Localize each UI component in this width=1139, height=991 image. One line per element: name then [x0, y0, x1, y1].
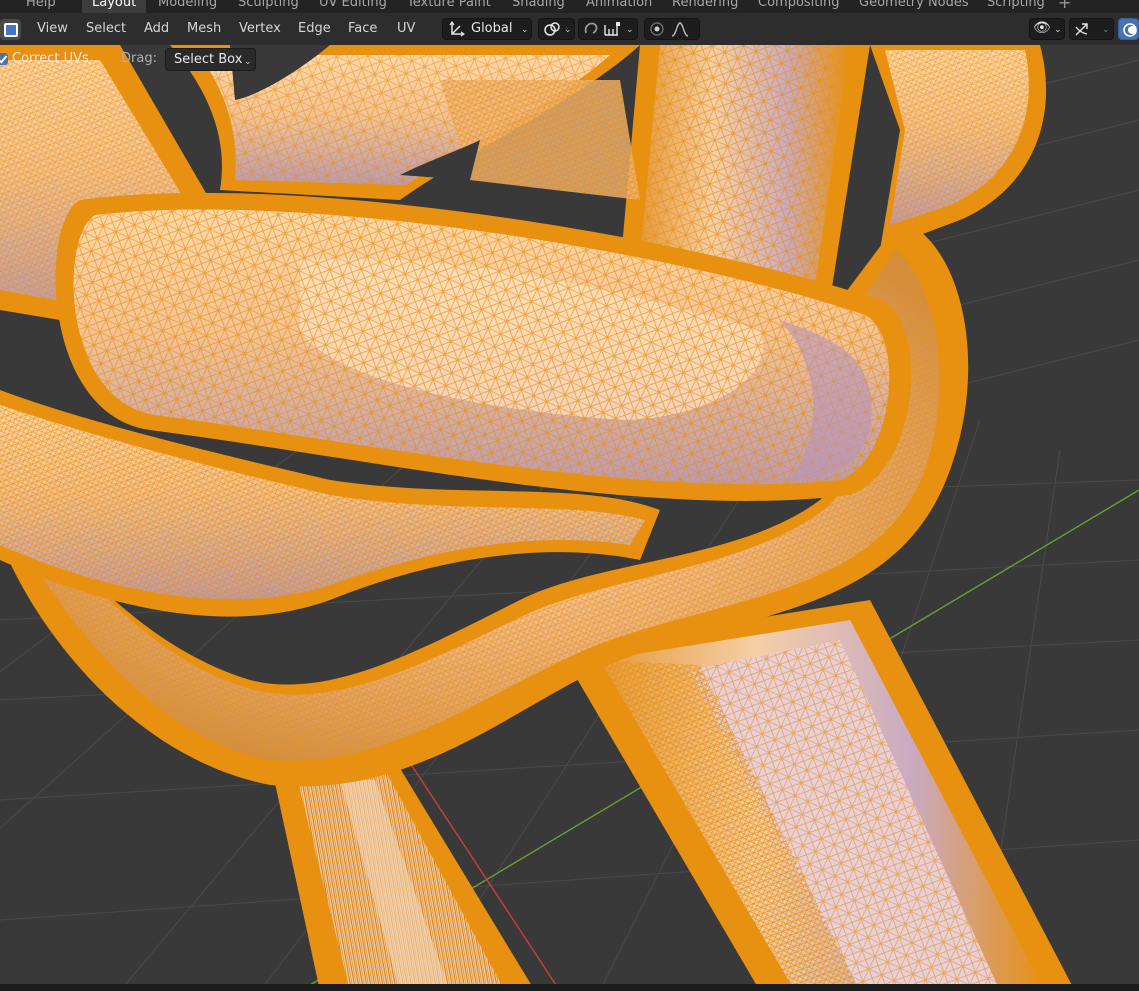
menu-add[interactable]: Add	[144, 20, 169, 38]
overlay-icon	[1123, 23, 1137, 37]
menu-mesh[interactable]: Mesh	[187, 20, 221, 38]
transform-orientation-dropdown[interactable]: Global ⌄	[442, 18, 532, 40]
menu-view[interactable]: View	[37, 20, 68, 38]
blender-window: Help Layout Modeling Sculpting UV Editin…	[0, 0, 1139, 991]
overlay-toggle[interactable]	[1118, 18, 1139, 40]
proportional-edit-icon	[650, 22, 664, 36]
tab-shading[interactable]: Shading	[512, 0, 565, 13]
drag-label: Drag:	[121, 51, 157, 66]
chevron-down-icon: ⌄	[1102, 25, 1110, 35]
tool-settings-bar: Correct UVs Drag: Select Box ⌄	[0, 45, 270, 74]
viewport-header: View Select Add Mesh Vertex Edge Face UV…	[0, 13, 1139, 45]
gizmo-toggle[interactable]: ⌄	[1069, 18, 1114, 40]
proportional-edit-toggle[interactable]	[644, 18, 700, 40]
drag-mode-value: Select Box	[174, 52, 243, 67]
chevron-down-icon: ⌄	[244, 57, 252, 67]
status-strip	[0, 984, 1139, 991]
workspace-tab-bar: Help Layout Modeling Sculpting UV Editin…	[0, 0, 1139, 13]
editor-type-button[interactable]	[0, 19, 21, 40]
visibility-icon: 👁	[1033, 20, 1051, 36]
transform-orientation-icon	[449, 21, 465, 37]
visibility-dropdown[interactable]: 👁 ⌄	[1029, 18, 1065, 40]
chevron-down-icon: ⌄	[564, 25, 572, 35]
chevron-down-icon: ⌄	[626, 25, 634, 35]
correct-uvs-label: Correct UVs	[12, 51, 89, 66]
snap-toggle[interactable]: ⌄	[578, 18, 638, 40]
tab-animation[interactable]: Animation	[586, 0, 652, 13]
snap-increment-icon	[604, 22, 620, 36]
tab-compositing[interactable]: Compositing	[758, 0, 840, 13]
tab-uv-editing[interactable]: UV Editing	[319, 0, 387, 13]
cube-icon	[4, 23, 18, 37]
transform-orientation-value: Global	[471, 21, 513, 36]
snap-icon	[584, 22, 598, 34]
tab-texture-paint[interactable]: Texture Paint	[407, 0, 491, 13]
tab-modeling[interactable]: Modeling	[158, 0, 217, 13]
tab-sculpting[interactable]: Sculpting	[238, 0, 299, 13]
menu-uv[interactable]: UV	[397, 20, 415, 38]
tab-geometry-nodes[interactable]: Geometry Nodes	[859, 0, 969, 13]
menu-face[interactable]: Face	[348, 20, 377, 38]
tab-scripting[interactable]: Scripting	[987, 0, 1045, 13]
menu-vertex[interactable]: Vertex	[239, 20, 281, 38]
tab-help[interactable]: Help	[26, 0, 56, 13]
pivot-point-dropdown[interactable]: ⌄	[538, 18, 575, 40]
falloff-icon	[671, 22, 689, 37]
pivot-point-icon	[544, 22, 560, 36]
3d-viewport[interactable]	[0, 0, 1139, 991]
correct-uvs-checkbox[interactable]	[0, 53, 8, 65]
tab-layout[interactable]: Layout	[82, 0, 147, 13]
gizmo-icon	[1075, 23, 1088, 36]
add-workspace-button[interactable]: +	[1058, 0, 1071, 13]
menu-edge[interactable]: Edge	[298, 20, 331, 38]
tab-rendering[interactable]: Rendering	[672, 0, 738, 13]
drag-select-box-dropdown[interactable]: Select Box ⌄	[165, 48, 256, 71]
menu-select[interactable]: Select	[86, 20, 126, 38]
chevron-down-icon: ⌄	[521, 25, 529, 35]
chevron-down-icon: ⌄	[1054, 25, 1062, 35]
